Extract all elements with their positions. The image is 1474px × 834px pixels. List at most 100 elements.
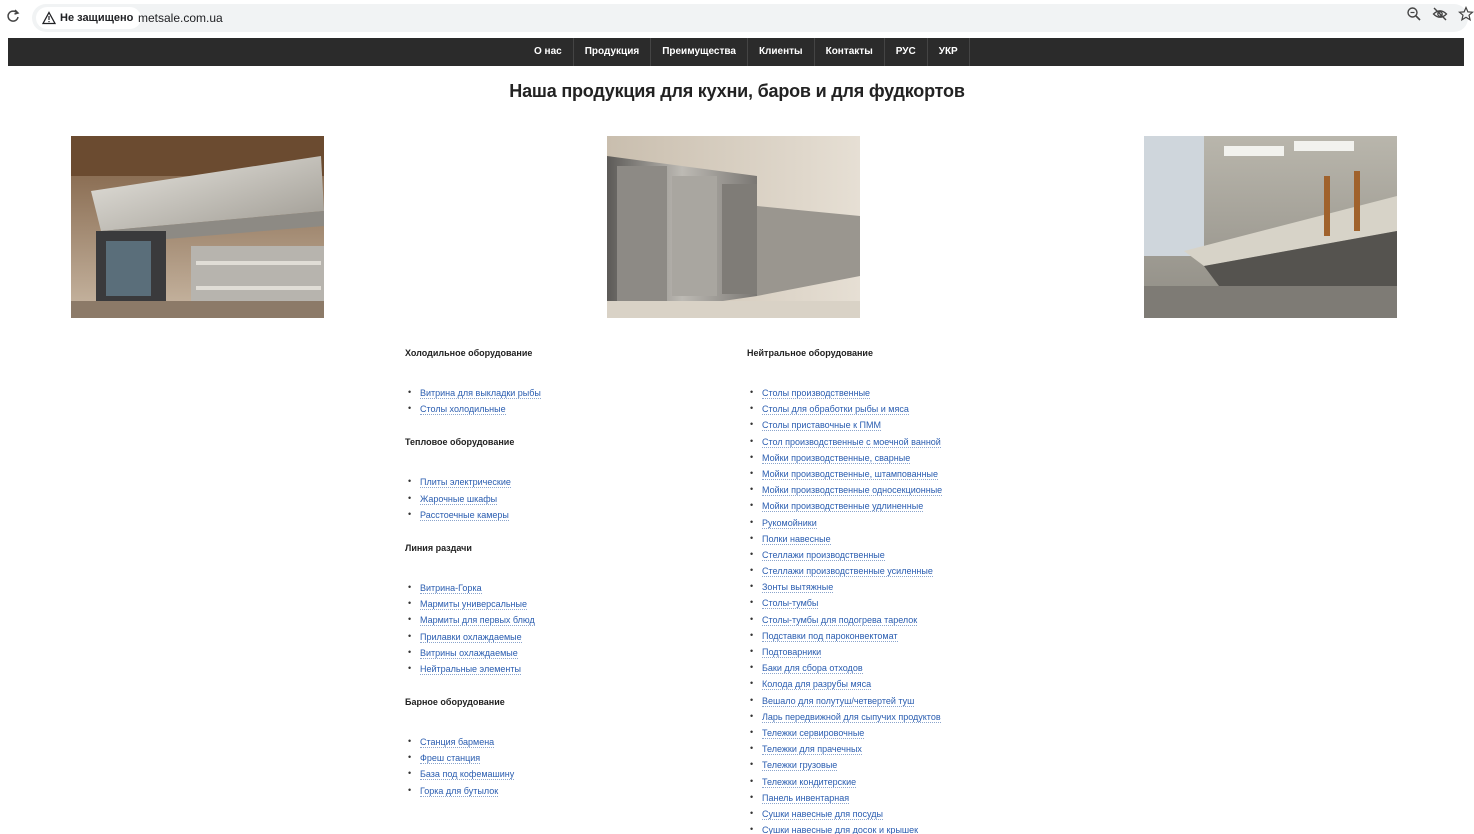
kitchen-hood-photo xyxy=(71,136,324,318)
nav-menu: О нас Продукция Преимущества Клиенты Кон… xyxy=(523,38,970,66)
product-link[interactable]: Тележки кондитерские xyxy=(762,776,857,788)
product-link[interactable]: Стол производственные с моечной ванной xyxy=(762,436,941,448)
product-link[interactable]: Станция бармена xyxy=(420,737,495,749)
product-link[interactable]: Панель инвентарная xyxy=(762,792,850,804)
left-category-column: Холодильное оборудование Витрина для вык… xyxy=(405,348,705,819)
product-link[interactable]: Колода для разрубы мяса xyxy=(762,679,872,691)
product-link[interactable]: Столы производственные xyxy=(762,388,871,399)
list-item: Мойки производственные, сварные xyxy=(747,449,1067,465)
list-item: Столы для обработки рыбы и мяса xyxy=(747,400,1067,416)
product-link[interactable]: Нейтральные элементы xyxy=(420,663,521,675)
list-item: Сушки навесные для посуды xyxy=(747,805,1067,821)
product-link[interactable]: Стеллажи производственные усиленные xyxy=(762,566,933,578)
eye-off-icon[interactable] xyxy=(1432,6,1448,22)
product-link[interactable]: Витрины охлаждаемые xyxy=(420,647,518,659)
product-link[interactable]: Расстоечные камеры xyxy=(420,509,509,521)
nav-item-about[interactable]: О нас xyxy=(523,38,574,66)
nav-item-advantages[interactable]: Преимущества xyxy=(651,38,748,66)
product-link[interactable]: Зонты вытяжные xyxy=(762,582,834,594)
category-list: Столы производственные Столы для обработк… xyxy=(747,384,1067,834)
url-text[interactable]: metsale.com.ua xyxy=(138,11,223,25)
list-item: Станция бармена xyxy=(405,733,705,749)
security-chip[interactable]: Не защищено xyxy=(36,7,142,29)
category-title: Линия раздачи xyxy=(405,542,472,553)
list-item: Столы-тумбы для подогрева тарелок xyxy=(747,611,1067,627)
nav-item-contacts[interactable]: Контакты xyxy=(815,38,885,66)
product-link[interactable]: Витрина для выкладки рыбы xyxy=(420,388,541,399)
product-link[interactable]: Столы для обработки рыбы и мяса xyxy=(762,404,909,416)
category-list: Станция бармена Фреш станция База под ко… xyxy=(405,733,705,798)
nav-item-lang-ru[interactable]: РУС xyxy=(885,38,928,66)
product-link[interactable]: Фреш станция xyxy=(420,753,481,765)
product-link[interactable]: Вешало для полутуш/четвертей туш xyxy=(762,695,915,707)
product-link[interactable]: Столы-тумбы для подогрева тарелок xyxy=(762,614,918,626)
address-bar[interactable]: Не защищено metsale.com.ua xyxy=(32,4,1468,32)
product-link[interactable]: Баки для сбора отходов xyxy=(762,663,863,675)
list-item: Стеллажи производственные усиленные xyxy=(747,562,1067,578)
category-serving-line: Линия раздачи Витрина-Горка Мармиты унив… xyxy=(405,543,705,676)
product-link[interactable]: Сушки навесные для посуды xyxy=(762,808,883,820)
list-item: Нейтральные элементы xyxy=(405,660,705,676)
product-link[interactable]: Сушки навесные для досок и крышек xyxy=(762,825,919,834)
nav-item-lang-uk[interactable]: УКР xyxy=(928,38,970,66)
category-title: Нейтральное оборудование xyxy=(747,348,873,358)
product-link[interactable]: Столы-тумбы xyxy=(762,598,819,610)
list-item: Стеллажи производственные xyxy=(747,546,1067,562)
product-link[interactable]: Витрина-Горка xyxy=(420,582,482,594)
list-item: Полки навесные xyxy=(747,530,1067,546)
list-item: Витрина для выкладки рыбы xyxy=(405,384,705,400)
nav-item-clients[interactable]: Клиенты xyxy=(748,38,815,66)
category-list: Витрина-Горка Мармиты универсальные Марм… xyxy=(405,579,705,676)
product-link[interactable]: Тележки сервировочные xyxy=(762,727,865,739)
list-item: Плиты электрические xyxy=(405,473,705,490)
list-item: Мармиты для первых блюд xyxy=(405,611,705,628)
product-link[interactable]: Жарочные шкафы xyxy=(420,493,498,505)
product-link[interactable]: Столы приставочные к ПММ xyxy=(762,420,882,432)
product-link[interactable]: Тележки грузовые xyxy=(762,760,838,772)
serving-line-photo xyxy=(1144,136,1397,318)
list-item: Ларь передвижной для сыпучих продуктов xyxy=(747,708,1067,724)
list-item: Тележки кондитерские xyxy=(747,773,1067,789)
product-link[interactable]: Тележки для прачечных xyxy=(762,744,862,756)
list-item: Столы-тумбы xyxy=(747,594,1067,611)
nav-item-products[interactable]: Продукция xyxy=(574,38,652,66)
product-link[interactable]: Подтоварники xyxy=(762,647,822,658)
list-item: Колода для разрубы мяса xyxy=(747,675,1067,692)
product-link[interactable]: Ларь передвижной для сыпучих продуктов xyxy=(762,711,941,723)
list-item: Мойки производственные, штампованные xyxy=(747,465,1067,481)
product-link[interactable]: Мармиты универсальные xyxy=(420,599,527,611)
list-item: Фреш станция xyxy=(405,749,705,765)
product-link[interactable]: Рукомойники xyxy=(762,517,817,529)
list-item: Столы приставочные к ПММ xyxy=(747,416,1067,433)
product-link[interactable]: Стеллажи производственные xyxy=(762,549,885,561)
product-link[interactable]: Мойки производственные, сварные xyxy=(762,452,911,464)
category-thermal: Тепловое оборудование Плиты электрически… xyxy=(405,437,705,522)
product-link[interactable]: Прилавки охлаждаемые xyxy=(420,631,522,643)
list-item: Стол производственные с моечной ванной xyxy=(747,433,1067,449)
product-link[interactable]: Горка для бутылок xyxy=(420,785,499,797)
list-item: Горка для бутылок xyxy=(405,782,705,798)
product-link[interactable]: Мармиты для первых блюд xyxy=(420,615,535,627)
list-item: Прилавки охлаждаемые xyxy=(405,628,705,644)
product-link[interactable]: База под кофемашину xyxy=(420,769,515,781)
list-item: Столы производственные xyxy=(747,384,1067,400)
zoom-icon[interactable] xyxy=(1406,6,1422,22)
list-item: Витрины охлаждаемые xyxy=(405,644,705,660)
list-item: Подставки под пароконвектомат xyxy=(747,627,1067,643)
chrome-actions xyxy=(1406,5,1474,22)
product-link[interactable]: Подставки под пароконвектомат xyxy=(762,630,898,642)
product-link[interactable]: Полки навесные xyxy=(762,533,831,545)
list-item: Сушки навесные для досок и крышек xyxy=(747,821,1067,834)
product-link[interactable]: Плиты электрические xyxy=(420,477,511,489)
product-link[interactable]: Мойки производственные, штампованные xyxy=(762,468,939,480)
category-list: Плиты электрические Жарочные шкафы Расст… xyxy=(405,473,705,522)
list-item: Тележки грузовые xyxy=(747,756,1067,773)
list-item: Витрина-Горка xyxy=(405,579,705,595)
category-list: Витрина для выкладки рыбы Столы холодиль… xyxy=(405,384,705,416)
security-label: Не защищено xyxy=(60,12,134,24)
product-link[interactable]: Столы холодильные xyxy=(420,404,506,416)
product-link[interactable]: Мойки производственные односекционные xyxy=(762,485,943,497)
star-icon[interactable] xyxy=(1457,5,1474,22)
product-link[interactable]: Мойки производственные удлиненные xyxy=(762,501,924,513)
reload-icon[interactable] xyxy=(6,9,22,25)
